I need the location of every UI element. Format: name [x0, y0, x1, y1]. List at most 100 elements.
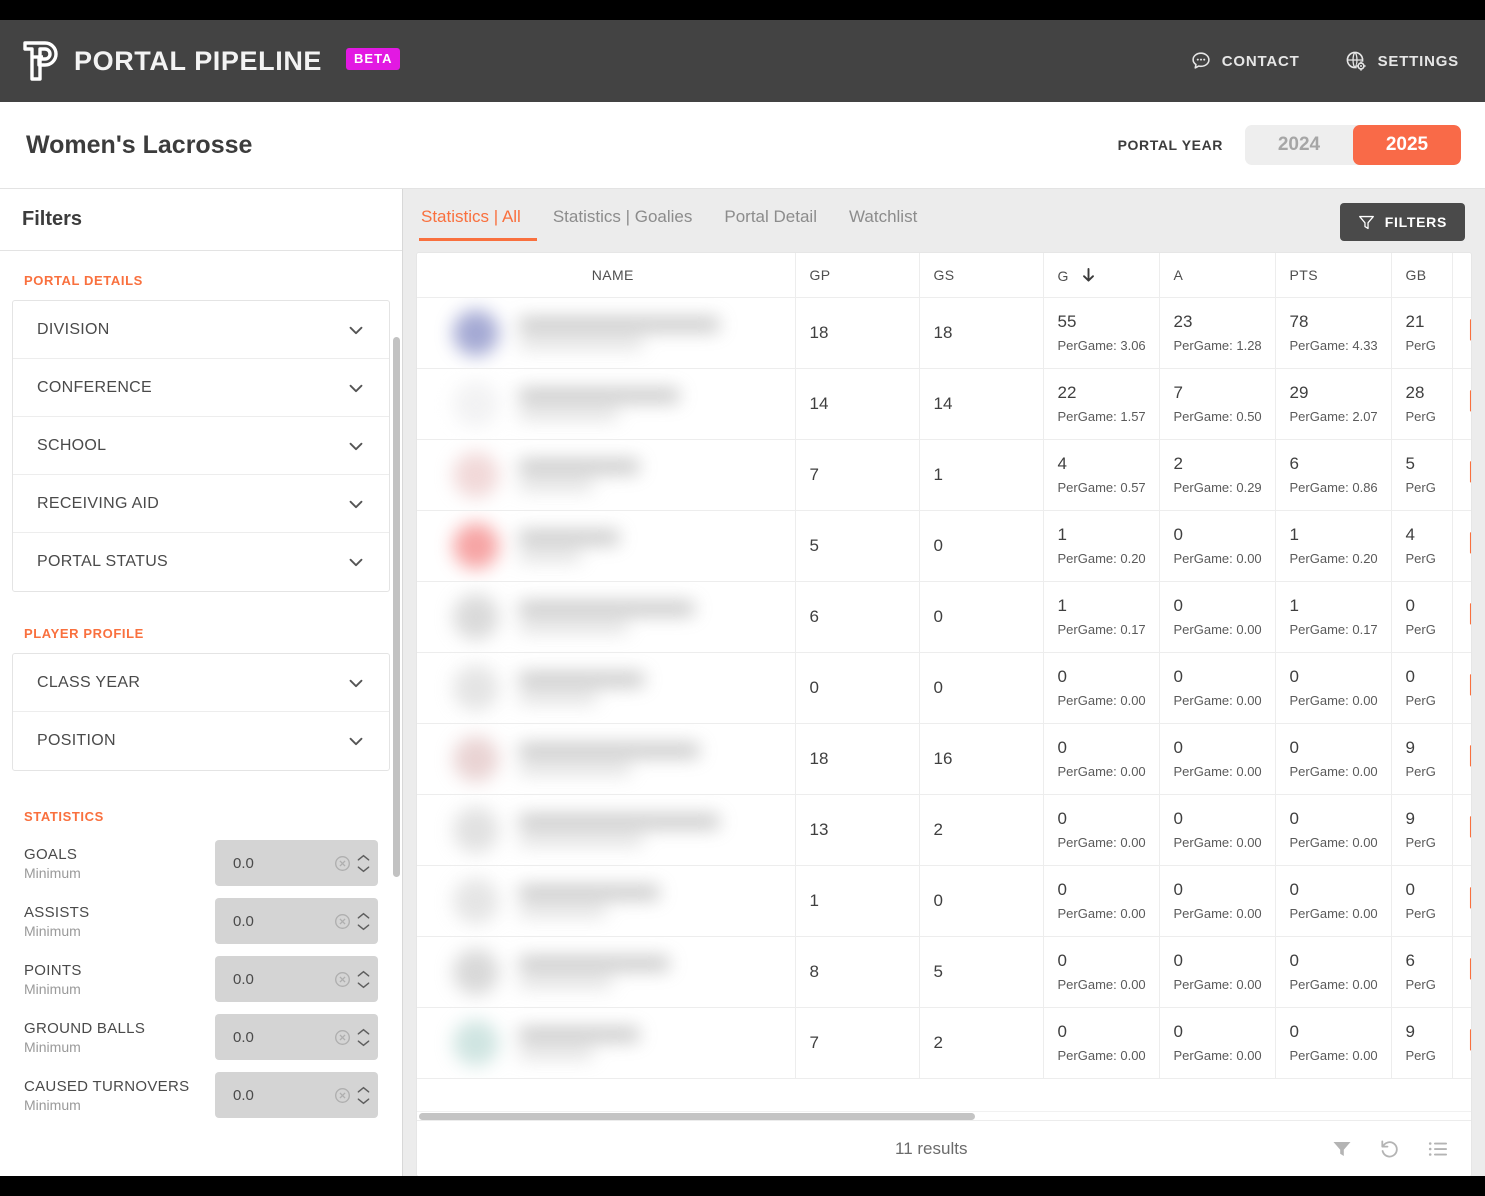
- year-option-2025[interactable]: 2025: [1353, 125, 1461, 165]
- table-row[interactable]: 13 2 0 PerGame: 0.00 0 PerGame: 0.00 0 PerGame:…: [417, 794, 1471, 866]
- bookmark-icon[interactable]: [1467, 815, 1471, 839]
- clear-icon[interactable]: [334, 971, 351, 988]
- chevron-down-icon[interactable]: [357, 981, 370, 989]
- column-header-pts[interactable]: PTS: [1275, 253, 1392, 298]
- bookmark-icon[interactable]: [1467, 602, 1471, 626]
- bookmark-icon[interactable]: [1467, 957, 1471, 981]
- table-row[interactable]: 5 0 1 PerGame: 0.20 0 PerGame: 0.00 1 PerGame: …: [417, 510, 1471, 582]
- chevron-down-icon[interactable]: [357, 923, 370, 931]
- cell-player-name[interactable]: [417, 865, 796, 937]
- cell-player-name[interactable]: [417, 794, 796, 866]
- settings-nav-item[interactable]: SETTINGS: [1344, 49, 1459, 73]
- chevron-down-icon[interactable]: [357, 1039, 370, 1047]
- chevron-down-icon[interactable]: [357, 1097, 370, 1105]
- table-row[interactable]: 8 5 0 PerGame: 0.00 0 PerGame: 0.00 0 PerGame: …: [417, 936, 1471, 1008]
- filter-accordion-position[interactable]: POSITION: [13, 712, 389, 770]
- bookmark-icon[interactable]: [1467, 318, 1471, 342]
- stat-input-ground-balls[interactable]: 0.0: [215, 1014, 378, 1060]
- column-header-gb[interactable]: GB: [1391, 253, 1453, 298]
- column-header-a[interactable]: A: [1159, 253, 1276, 298]
- stat-input-goals[interactable]: 0.0: [215, 840, 378, 886]
- filter-funnel-icon[interactable]: [1331, 1138, 1353, 1160]
- tab-statistics-goalies[interactable]: Statistics | Goalies: [537, 203, 709, 241]
- cell-bookmark[interactable]: [1452, 581, 1471, 653]
- filter-accordion-conference[interactable]: CONFERENCE: [13, 359, 389, 417]
- cell-bookmark[interactable]: [1452, 652, 1471, 724]
- chevron-up-icon[interactable]: [357, 854, 370, 862]
- stepper-caused-turnovers[interactable]: [357, 1086, 370, 1105]
- table-row[interactable]: 6 0 1 PerGame: 0.17 0 PerGame: 0.00 1 PerGame: …: [417, 581, 1471, 653]
- chevron-up-icon[interactable]: [357, 912, 370, 920]
- stepper-goals[interactable]: [357, 854, 370, 873]
- stepper-assists[interactable]: [357, 912, 370, 931]
- stat-input-assists[interactable]: 0.0: [215, 898, 378, 944]
- filters-sidebar-scroll-area[interactable]: PORTAL DETAILS DIVISION CONFERENCE SCHOO…: [0, 251, 402, 1176]
- tab-statistics-all[interactable]: Statistics | All: [419, 203, 537, 241]
- filter-accordion-receiving-aid[interactable]: RECEIVING AID: [13, 475, 389, 533]
- cell-player-name[interactable]: [417, 439, 796, 511]
- tab-portal-detail[interactable]: Portal Detail: [708, 203, 833, 241]
- brand-logo-group[interactable]: PORTAL PIPELINE BETA: [20, 40, 401, 82]
- chevron-down-icon[interactable]: [357, 865, 370, 873]
- cell-bookmark[interactable]: [1452, 936, 1471, 1008]
- cell-player-name[interactable]: [417, 297, 796, 369]
- table-row[interactable]: 0 0 0 PerGame: 0.00 0 PerGame: 0.00 0 PerGame: …: [417, 652, 1471, 724]
- bookmark-icon[interactable]: [1467, 886, 1471, 910]
- tab-watchlist[interactable]: Watchlist: [833, 203, 933, 241]
- cell-player-name[interactable]: [417, 652, 796, 724]
- table-horizontal-scrollbar-thumb[interactable]: [419, 1113, 975, 1120]
- column-header-g[interactable]: G: [1043, 253, 1160, 298]
- chevron-up-icon[interactable]: [357, 1028, 370, 1036]
- contact-nav-item[interactable]: CONTACT: [1190, 50, 1300, 72]
- bookmark-icon[interactable]: [1467, 744, 1471, 768]
- cell-player-name[interactable]: [417, 581, 796, 653]
- cell-bookmark[interactable]: [1452, 510, 1471, 582]
- cell-player-name[interactable]: [417, 510, 796, 582]
- bookmark-icon[interactable]: [1467, 389, 1471, 413]
- reset-icon[interactable]: [1379, 1138, 1401, 1160]
- column-header-gp[interactable]: GP: [795, 253, 920, 298]
- table-horizontal-scrollbar-track[interactable]: [417, 1111, 1471, 1120]
- bookmark-icon[interactable]: [1467, 673, 1471, 697]
- chevron-up-icon[interactable]: [357, 1086, 370, 1094]
- clear-icon[interactable]: [334, 1087, 351, 1104]
- statistics-grid-scroll[interactable]: NAME GP GS G A PTS GB 18 18 55 PerGame: …: [417, 253, 1471, 1111]
- bookmark-icon[interactable]: [1467, 1028, 1471, 1052]
- table-row[interactable]: 7 2 0 PerGame: 0.00 0 PerGame: 0.00 0 PerGame: …: [417, 1007, 1471, 1079]
- cell-bookmark[interactable]: [1452, 794, 1471, 866]
- filter-accordion-school[interactable]: SCHOOL: [13, 417, 389, 475]
- stat-input-caused-turnovers[interactable]: 0.0: [215, 1072, 378, 1118]
- year-option-2024[interactable]: 2024: [1245, 125, 1353, 165]
- cell-player-name[interactable]: [417, 723, 796, 795]
- cell-player-name[interactable]: [417, 1007, 796, 1079]
- filter-accordion-portal-status[interactable]: PORTAL STATUS: [13, 533, 389, 591]
- filter-accordion-class-year[interactable]: CLASS YEAR: [13, 654, 389, 712]
- cell-bookmark[interactable]: [1452, 723, 1471, 795]
- clear-icon[interactable]: [334, 1029, 351, 1046]
- cell-player-name[interactable]: [417, 368, 796, 440]
- clear-icon[interactable]: [334, 913, 351, 930]
- cell-bookmark[interactable]: [1452, 439, 1471, 511]
- bookmark-icon[interactable]: [1467, 531, 1471, 555]
- table-row[interactable]: 1 0 0 PerGame: 0.00 0 PerGame: 0.00 0 PerGame: …: [417, 865, 1471, 937]
- table-row[interactable]: 18 18 55 PerGame: 3.06 23 PerGame: 1.28 78 PerG…: [417, 297, 1471, 369]
- cell-bookmark[interactable]: [1452, 1007, 1471, 1079]
- cell-player-name[interactable]: [417, 936, 796, 1008]
- chevron-up-icon[interactable]: [357, 970, 370, 978]
- cell-bookmark[interactable]: [1452, 368, 1471, 440]
- bookmark-icon[interactable]: [1467, 460, 1471, 484]
- table-row[interactable]: 18 16 0 PerGame: 0.00 0 PerGame: 0.00 0 PerGame…: [417, 723, 1471, 795]
- table-row[interactable]: 7 1 4 PerGame: 0.57 2 PerGame: 0.29 6 PerGame: …: [417, 439, 1471, 511]
- sidebar-scrollbar-thumb[interactable]: [393, 337, 400, 877]
- stepper-ground-balls[interactable]: [357, 1028, 370, 1047]
- clear-icon[interactable]: [334, 855, 351, 872]
- columns-list-icon[interactable]: [1427, 1138, 1449, 1160]
- column-header-gs[interactable]: GS: [919, 253, 1044, 298]
- column-header-name[interactable]: NAME: [417, 253, 796, 298]
- filter-accordion-division[interactable]: DIVISION: [13, 301, 389, 359]
- stepper-points[interactable]: [357, 970, 370, 989]
- stat-input-points[interactable]: 0.0: [215, 956, 378, 1002]
- cell-bookmark[interactable]: [1452, 297, 1471, 369]
- cell-bookmark[interactable]: [1452, 865, 1471, 937]
- filters-button[interactable]: FILTERS: [1339, 203, 1465, 241]
